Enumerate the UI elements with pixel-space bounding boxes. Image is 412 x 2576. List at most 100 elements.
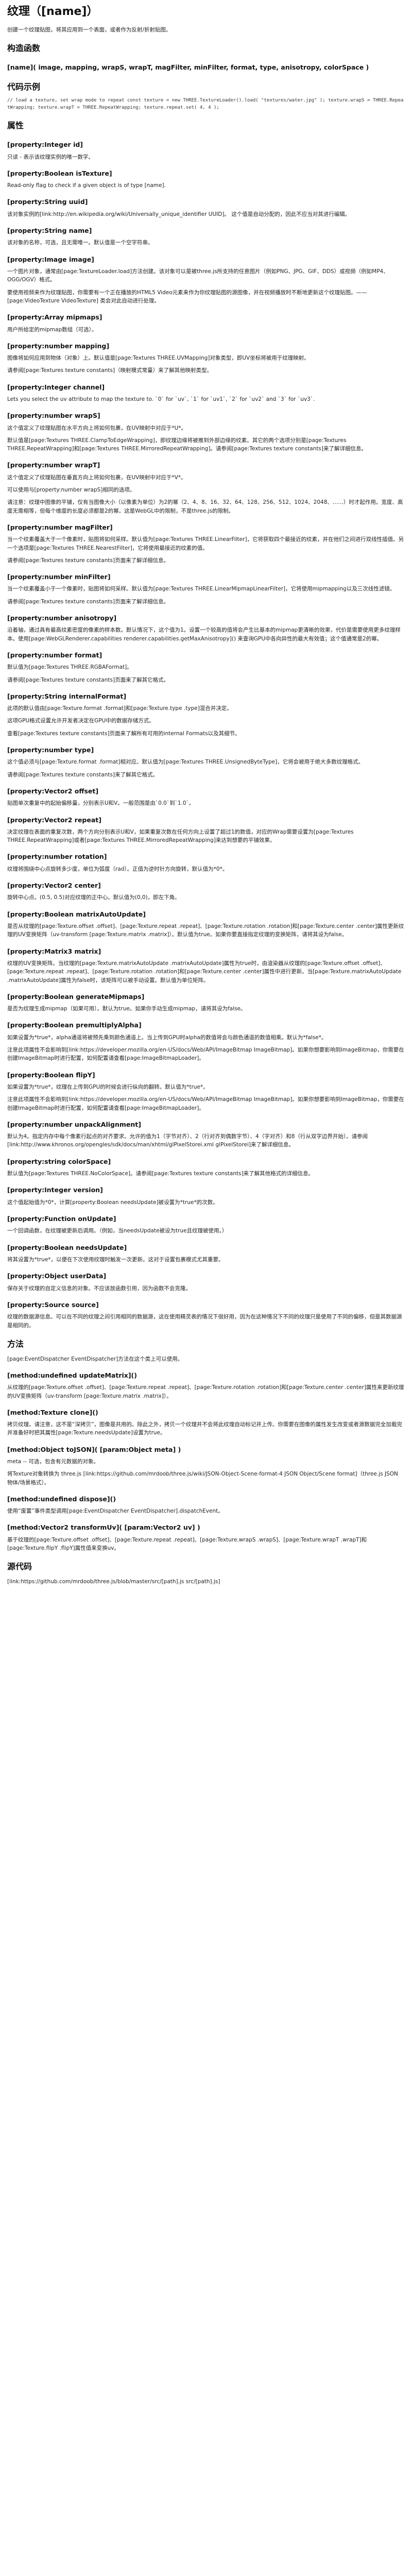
property-title: [property:Boolean matrixAutoUpdate] — [7, 910, 146, 918]
property-description: 旋转中心点。(0.5, 0.5)对应纹理的正中心。默认值为(0,0)，即左下角。 — [7, 894, 180, 901]
properties-heading: 属性 — [7, 121, 24, 131]
property-description: 贴图单次重复中的起始偏移量，分别表示U和V。一般范围是由`0.0`到`1.0`。 — [7, 800, 195, 807]
property-description: 请参阅[page:Textures texture constants]来了解其… — [7, 771, 159, 778]
property-title: [property:number anisotropy] — [7, 614, 117, 622]
property-description: 这个值定义了纹理贴图在垂直方向上将如何包裹，在UV映射中对应于*V*。 — [7, 474, 186, 481]
property-description: 当一个纹素覆盖大于一个像素时，贴图将如何采样。默认值为[page:Texture… — [7, 536, 404, 551]
property-description: 纹理的数据源信息。可以在不同的纹理之间引用相同的数据源，这在使用精灵表的情况下很… — [7, 1314, 402, 1329]
method-title: [method:Object toJSON]( [param:Object me… — [7, 1445, 181, 1453]
property-title: [property:number magFilter] — [7, 523, 113, 531]
property-title: [property:number format] — [7, 651, 102, 659]
property-title: [property:Boolean isTexture] — [7, 169, 112, 177]
property-title: [property:Array mipmaps] — [7, 313, 102, 321]
method-description: 从纹理的[page:Texture.offset .offset]、[page:… — [7, 1384, 404, 1399]
property-description: 如果设置为*true*，纹理在上传到GPU的时候会进行纵向的翻转。默认值为*tr… — [7, 1083, 209, 1090]
property-title: [property:number wrapT] — [7, 461, 100, 469]
property-title: [property:Image image] — [7, 255, 94, 263]
property-title: [property:number type] — [7, 745, 94, 754]
method-title: [method:undefined dispose]() — [7, 1495, 116, 1503]
property-title: [property:String uuid] — [7, 198, 88, 206]
properties-list: [property:Integer id] 只读 - 表示该纹理实例的唯一数字。 [… — [7, 140, 405, 1330]
property-description: 注意此项属性不会影响到[link:https://developer.mozil… — [7, 1096, 404, 1111]
constructor-heading: 构造函数 — [7, 43, 41, 54]
source-heading: 源代码 — [7, 1562, 32, 1572]
property-description: 这个值定义了纹理贴图在水平方向上将如何包裹，在UV映射中对应于*U*。 — [7, 425, 187, 431]
page-title: 纹理（[name]） — [7, 5, 98, 18]
property-title: [property:Integer id] — [7, 141, 83, 149]
property-description: 决定纹理在表面的重复次数，两个方向分别表示U和V，如果重复次数在任何方向上设置了… — [7, 828, 354, 844]
property-title: [property:Function onUpdate] — [7, 1214, 116, 1223]
property-title: [property:Boolean flipY] — [7, 1071, 95, 1079]
example-heading: 代码示例 — [7, 81, 41, 92]
method-title: [method:Texture clone]() — [7, 1408, 98, 1416]
property-title: [property:string colorSpace] — [7, 1157, 111, 1165]
property-description: 纹理的UV变换矩阵。当纹理的[page:Texture.matrixAutoUp… — [7, 960, 402, 984]
property-description: 保存关于纹理的自定义信息的对象。不应该放函数引用，因为函数不会克隆。 — [7, 1285, 191, 1292]
methods-intro: [page:EventDispatcher EventDispatcher]方法… — [7, 1355, 183, 1362]
property-description: 请注意：纹理中图像的平铺，仅有当图像大小（以像素为单位）为2的幂（2、4、8、1… — [7, 499, 403, 514]
property-description: Lets you select the uv attribute to map … — [7, 396, 315, 403]
property-title: [property:Matrix3 matrix] — [7, 947, 101, 955]
property-title: [property:Boolean needsUpdate] — [7, 1243, 127, 1251]
property-description: 请参阅[page:Textures texture constants]页面来了… — [7, 557, 169, 564]
property-description: 要使用视频来作为纹理贴图，你需要有一个正在播放的HTML5 Video元素来作为… — [7, 289, 367, 304]
property-title: [property:number unpackAlignment] — [7, 1120, 141, 1128]
method-description: 拷贝纹理。请注意，这不是“深拷贝”，图像是共用的。除此之外，拷贝一个纹理并不会将… — [7, 1421, 402, 1436]
method-description: 将Texture对象转换为 three.js [link:https://git… — [7, 1471, 398, 1486]
property-title: [property:Boolean premultiplyAlpha] — [7, 1021, 142, 1029]
property-description: 可以使用与[property:number wrapS]相同的选项。 — [7, 487, 135, 494]
intro-paragraph: 创建一个纹理贴图，将其应用到一个表面，或者作为反射/折射贴图。 — [7, 27, 171, 33]
method-description: meta -- 可选，包含有元数据的对象。 — [7, 1459, 99, 1465]
example-code-block: // load a texture, set wrap mode to repe… — [7, 98, 404, 110]
constructor-signature: [name]( image, mapping, wrapS, wrapT, ma… — [7, 63, 369, 72]
property-description: 注意此项属性不会影响到[link:https://developer.mozil… — [7, 1047, 404, 1062]
source-link[interactable]: [link:https://github.com/mrdoob/three.js… — [7, 1578, 405, 1586]
property-title: [property:Integer version] — [7, 1186, 103, 1194]
property-description: 默认值为[page:Textures THREE.RGBAFormat]。 — [7, 664, 132, 671]
method-title: [method:Vector2 transformUv]( [param:Vec… — [7, 1523, 200, 1532]
property-title: [property:number wrapS] — [7, 412, 100, 420]
property-description: 用户所给定的mipmap数组（可选）。 — [7, 326, 97, 333]
methods-list: [method:undefined updateMatrix]() 从纹理的[pa… — [7, 1370, 405, 1553]
property-description: 图像将如何应用到物体（对象）上。默认值是[page:Textures THREE… — [7, 355, 310, 362]
property-description: 这项GPU格式设置允许开发者决定在GPU中的数据存储方式。 — [7, 718, 154, 724]
property-title: [property:Boolean generateMipmaps] — [7, 992, 145, 1001]
property-description: 请参阅[page:Textures texture constants]页面来了… — [7, 676, 169, 683]
property-description: Read-only flag to check if a given objec… — [7, 182, 166, 189]
method-title: [method:undefined updateMatrix]() — [7, 1371, 137, 1379]
property-description: 此项的默认值由[page:Texture.format .format]和[pa… — [7, 705, 232, 712]
property-description: 沿着轴，通过具有最高纹素密度的像素的样本数。默认情况下，这个值为1。设置一个较高… — [7, 627, 401, 642]
property-title: [property:number mapping] — [7, 342, 110, 350]
property-description: 纹理将围绕中心点旋转多少度，单位为弧度（rad）。正值为逆时针方向旋转，默认值为… — [7, 866, 228, 872]
property-description: 只读 - 表示该纹理实例的唯一数字。 — [7, 154, 94, 160]
property-description: 默认为4。指定内存中每个像素行起点的对齐要求。允许的值为1（字节对齐）、2（行对… — [7, 1133, 368, 1148]
property-description: 如果设置为*true*，alpha通道将被预先乘到颜色通道上。当上传到GPU时a… — [7, 1034, 327, 1041]
property-description: 当一个纹素覆盖小于一个像素时，贴图将如何采样。默认值为[page:Texture… — [7, 586, 396, 592]
property-title: [property:number minFilter] — [7, 573, 111, 581]
property-description: 是否从纹理的[page:Texture.offset .offset]、[pag… — [7, 923, 404, 938]
methods-heading: 方法 — [7, 1338, 24, 1349]
property-description: 默认值为[page:Textures THREE.NoColorSpace]。请… — [7, 1171, 314, 1177]
property-description: 查看[page:Textures texture constants]页面来了解… — [7, 730, 241, 737]
property-title: [property:Source source] — [7, 1300, 99, 1309]
property-title: [property:Object userData] — [7, 1272, 107, 1280]
property-description: 一个回调函数，在纹理被更新后调用。（例如，当needsUpdate被设为true… — [7, 1228, 228, 1234]
property-title: [property:Vector2 offset] — [7, 787, 99, 795]
property-description: 默认值是[page:Textures THREE.ClampToEdgeWrap… — [7, 437, 367, 452]
property-title: [property:number rotation] — [7, 853, 107, 861]
property-title: [property:Integer channel] — [7, 383, 105, 391]
property-description: 这个值起始值为*0*，计算[property:Boolean needsUpda… — [7, 1199, 218, 1206]
property-title: [property:String name] — [7, 227, 92, 235]
property-description: 一个图片对象，通常由[page:TextureLoader.load]方法创建。… — [7, 268, 389, 283]
property-description: 该对象的名称，可选，且无需唯一。默认值是一个空字符串。 — [7, 240, 153, 246]
property-title: [property:String internalFormat] — [7, 692, 127, 700]
property-title: [property:Vector2 center] — [7, 882, 101, 890]
property-description: 将其设置为*true*，以便在下次使用纹理时触发一次更新。这对于设置包裹模式尤其… — [7, 1256, 224, 1263]
property-description: 该对象实例的[link:http://en.wikipedia.org/wiki… — [7, 211, 351, 217]
property-title: [property:Vector2 repeat] — [7, 816, 101, 824]
property-description: 请参阅[page:Textures texture constants]（映射模… — [7, 367, 213, 374]
property-description: 请参阅[page:Textures texture constants]页面来了… — [7, 598, 169, 605]
property-description: 是否为纹理生成mipmap（如果可用）。默认为true。如果你手动生成mipma… — [7, 1006, 246, 1012]
method-description: 使用“废置”事件类型调用[page:EventDispatcher EventD… — [7, 1508, 224, 1515]
method-description: 基于纹理的[page:Texture.offset .offset]、[page… — [7, 1536, 367, 1552]
